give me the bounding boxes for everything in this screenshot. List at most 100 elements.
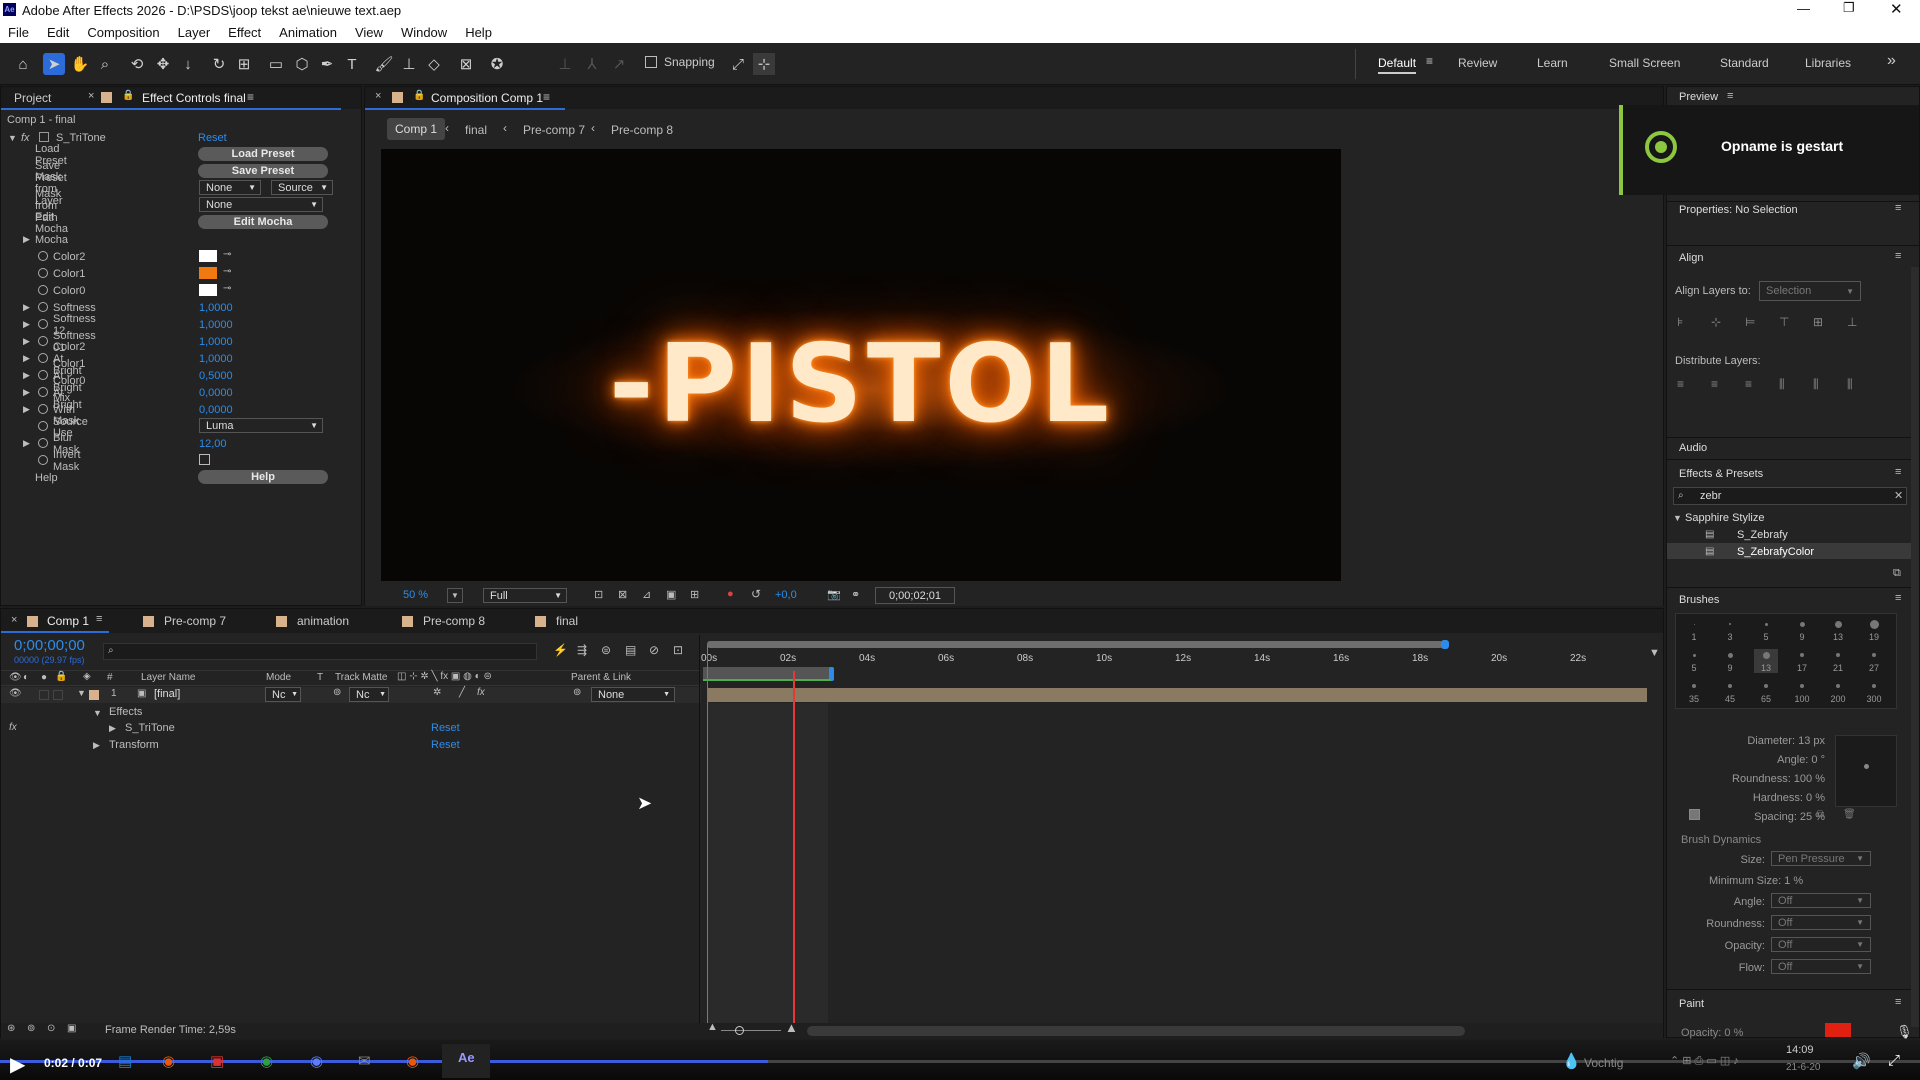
visibility-column-icon[interactable]: 👁 — [9, 672, 22, 683]
mask-layer-dropdown[interactable]: None ▼ — [199, 180, 261, 195]
expand-icon[interactable]: ▶ — [23, 404, 30, 415]
browser-icon[interactable]: ◉ — [406, 1052, 419, 1070]
zoom-tool-icon[interactable]: ⌕ — [94, 53, 116, 75]
workspace-overflow-icon[interactable]: » — [1887, 52, 1896, 70]
panel-menu-icon[interactable]: ≡ — [1895, 202, 1901, 214]
expand-icon[interactable]: ▶ — [23, 353, 30, 364]
tab-comp1[interactable]: Comp 1 — [47, 610, 89, 632]
collapse-icon[interactable]: ▼ — [1673, 513, 1682, 523]
effect-item-zebrafy-color[interactable]: S_ZebrafyColor — [1737, 546, 1814, 558]
blur-mask-value[interactable]: 12,00 — [199, 438, 227, 450]
effect-toggle-icon[interactable] — [39, 132, 49, 142]
close-tab-icon[interactable]: × — [375, 90, 381, 102]
panel-menu-icon[interactable]: ≡ — [543, 90, 550, 104]
volume-icon[interactable]: 🔊 — [1852, 1052, 1871, 1070]
panel-menu-icon[interactable]: ≡ — [1895, 996, 1901, 1008]
transform-group-label[interactable]: Transform — [109, 739, 159, 751]
play-icon[interactable]: ▶ — [10, 1052, 25, 1077]
reset-exposure-icon[interactable]: ↺ — [751, 587, 761, 601]
taskbar-active-app[interactable]: Ae — [442, 1044, 490, 1078]
panel-menu-icon[interactable]: ≡ — [1895, 250, 1901, 262]
breadcrumb-precomp7[interactable]: Pre-comp 7 — [523, 123, 585, 137]
shape-3d-icon[interactable]: ⬡ — [291, 53, 313, 75]
menu-edit[interactable]: Edit — [47, 25, 69, 40]
paint-opacity-label[interactable]: Opacity: 0 % — [1681, 1027, 1743, 1039]
stopwatch-icon[interactable] — [38, 421, 48, 431]
color1-bright-value[interactable]: 0,5000 — [199, 370, 233, 382]
color0-bright-value[interactable]: 0,0000 — [199, 387, 233, 399]
expand-icon[interactable]: ▶ — [23, 438, 30, 449]
lock-icon[interactable]: 🔒 — [413, 90, 425, 101]
distribute-vcenter-icon[interactable]: ≡ — [1711, 377, 1718, 391]
workspace-standard[interactable]: Standard — [1720, 56, 1769, 70]
brush-tip[interactable]: 45 — [1718, 680, 1742, 704]
close-tab-icon[interactable]: × — [11, 614, 17, 626]
expand-icon[interactable]: ▶ — [23, 302, 30, 313]
current-time-field[interactable]: 0;00;02;01 — [875, 587, 955, 604]
lock-toggle[interactable] — [53, 690, 63, 700]
zoom-value[interactable]: 50 % — [403, 589, 428, 601]
align-vcenter-icon[interactable]: ⊞ — [1813, 315, 1823, 329]
save-brush-icon[interactable]: ⧉ — [1817, 809, 1824, 820]
stopwatch-icon[interactable] — [38, 302, 48, 312]
timeline-scrollbar[interactable] — [807, 1026, 1465, 1036]
stopwatch-icon[interactable] — [38, 336, 48, 346]
stopwatch-icon[interactable] — [38, 285, 48, 295]
zoom-slider-thumb[interactable] — [735, 1026, 744, 1035]
motion-blur-icon[interactable]: ▤ — [625, 643, 636, 657]
workspace-review[interactable]: Review — [1458, 56, 1497, 70]
menu-window[interactable]: Window — [401, 25, 447, 40]
align-left-icon[interactable]: ⊧ — [1677, 315, 1683, 329]
modes-toggle-icon[interactable]: ⊚ — [27, 1023, 35, 1034]
snap-target-icon[interactable]: ⊹ — [753, 53, 775, 75]
dyn-opacity-dropdown[interactable]: Off ▼ — [1771, 937, 1871, 952]
breadcrumb-precomp8[interactable]: Pre-comp 8 — [611, 123, 673, 137]
brush-tip[interactable]: 9 — [1718, 649, 1742, 673]
snap-option-icon[interactable]: ⤢ — [727, 53, 749, 75]
label-column-icon[interactable]: ◈ — [83, 671, 91, 682]
brush-tip[interactable]: 21 — [1826, 649, 1850, 673]
expand-icon[interactable]: ▶ — [23, 387, 30, 398]
snapping-checkbox[interactable] — [645, 56, 657, 68]
stopwatch-icon[interactable] — [38, 251, 48, 261]
mask-use-dropdown[interactable]: Luma ▼ — [199, 418, 323, 433]
brush-tip[interactable]: 9 — [1790, 618, 1814, 642]
microphone-icon[interactable]: 🎙 — [1896, 1024, 1913, 1040]
menu-view[interactable]: View — [355, 25, 383, 40]
quality-icon[interactable]: ╱ — [459, 687, 465, 698]
new-preset-icon[interactable]: ⧉ — [1893, 567, 1901, 580]
layer-name[interactable]: [final] — [154, 688, 180, 700]
diameter-label[interactable]: Diameter: 13 px — [1695, 735, 1825, 747]
work-area-end-handle[interactable] — [1441, 640, 1449, 649]
collapse-icon[interactable]: ▼ — [93, 708, 102, 718]
category-sapphire-stylize[interactable]: Sapphire Stylize — [1685, 512, 1765, 524]
draft-3d-icon[interactable]: ⚡ — [553, 643, 568, 657]
distribute-right-icon[interactable]: ⫼ — [1847, 377, 1853, 392]
close-tab-icon[interactable]: × — [88, 90, 94, 102]
axis-tool-icon[interactable]: ⅄ — [581, 53, 603, 75]
softness12-value[interactable]: 1,0000 — [199, 319, 233, 331]
stopwatch-icon[interactable] — [38, 268, 48, 278]
solo-toggle[interactable] — [39, 690, 49, 700]
eyedropper-icon[interactable]: ⊸ — [223, 283, 231, 294]
brush-tip[interactable]: 5 — [1682, 649, 1706, 673]
stopwatch-icon[interactable] — [38, 455, 48, 465]
solo-column-icon[interactable]: ● — [41, 672, 47, 683]
track-matte-dropdown[interactable]: Nc ▼ — [349, 687, 389, 702]
eraser-tool-icon[interactable]: ◇ — [423, 53, 445, 75]
zoom-slider[interactable] — [721, 1030, 781, 1031]
comp-end-marker-icon[interactable]: ▼ — [1649, 647, 1660, 659]
composition-flowchart-icon[interactable]: ⊡ — [673, 643, 683, 657]
workspace-libraries[interactable]: Libraries — [1805, 56, 1851, 70]
stopwatch-icon[interactable] — [38, 438, 48, 448]
layer-row[interactable]: 👁 ▼ 1 ▣ [final] Nc ▼ ⊚ Nc ▼ ✲ ╱ fx ⊚ None ▼ — [1, 687, 701, 703]
mask-source-dropdown[interactable]: Source ▼ — [271, 180, 333, 195]
distribute-hcenter-icon[interactable]: ⫼ — [1813, 377, 1819, 392]
panel-menu-icon[interactable]: ≡ — [1895, 592, 1901, 604]
distribute-bottom-icon[interactable]: ≡ — [1745, 377, 1752, 391]
stopwatch-icon[interactable] — [38, 404, 48, 414]
anchor-tool-icon[interactable]: ⊞ — [233, 53, 255, 75]
menu-layer[interactable]: Layer — [178, 25, 211, 40]
brush-tip[interactable]: 5 — [1754, 618, 1778, 642]
dyn-roundness-dropdown[interactable]: Off ▼ — [1771, 915, 1871, 930]
